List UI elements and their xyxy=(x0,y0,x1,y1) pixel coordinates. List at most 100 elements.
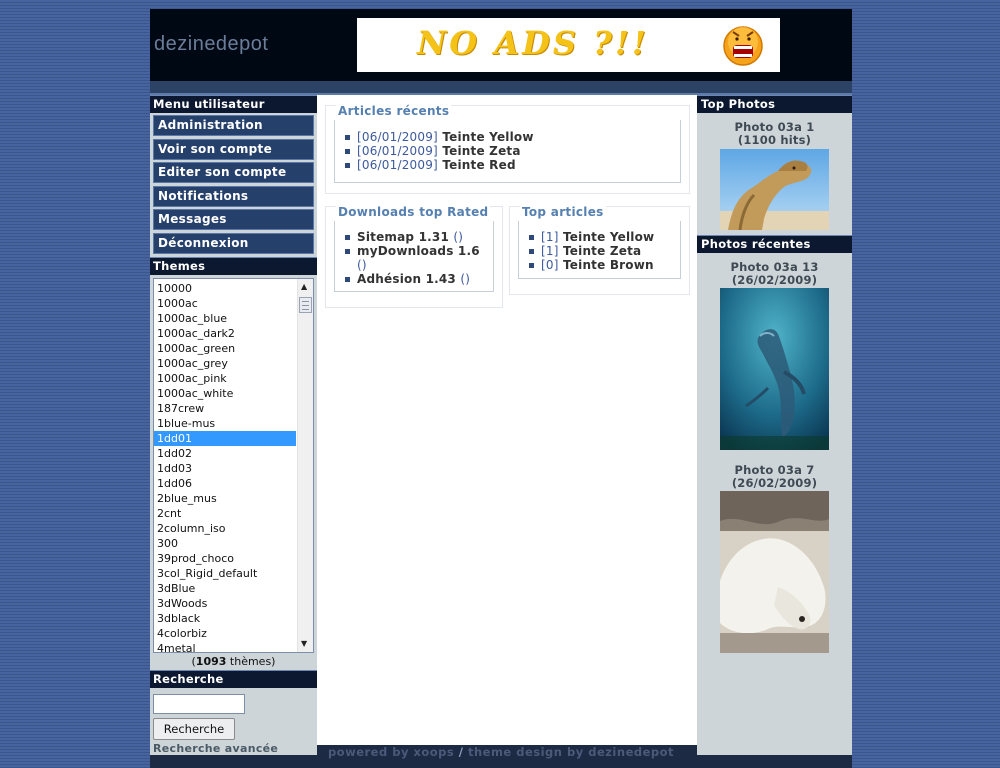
search-button[interactable]: Recherche xyxy=(153,717,235,740)
camel-photo-icon xyxy=(720,149,829,230)
theme-option[interactable]: 1000ac_grey xyxy=(154,356,296,371)
page: dezinedepot NO ADS ?!! Menu utilisateur … xyxy=(150,9,852,768)
recent-articles-title: Articles récents xyxy=(336,104,452,118)
footer-design[interactable]: theme design by dezinedepot xyxy=(468,745,674,759)
top-articles-title: Top articles xyxy=(520,205,606,219)
article-count[interactable]: [1] xyxy=(541,230,559,244)
dolphin-photo[interactable] xyxy=(720,288,829,450)
user-menu: Administration Voir son compte Editer so… xyxy=(153,115,314,254)
menu-item-view-account[interactable]: Voir son compte xyxy=(153,138,314,160)
theme-option[interactable]: 1000ac_pink xyxy=(154,371,296,386)
menu-item-messages[interactable]: Messages xyxy=(153,209,314,230)
downloads-top-title: Downloads top Rated xyxy=(336,205,491,219)
download-name[interactable]: Adhésion 1.43 xyxy=(357,272,456,286)
list-item: [0] Teinte Brown xyxy=(527,258,680,272)
theme-option[interactable]: 4metal xyxy=(154,641,296,652)
theme-option[interactable]: 300 xyxy=(154,536,296,551)
article-name[interactable]: Teinte Zeta xyxy=(442,144,520,158)
article-name[interactable]: Teinte Yellow xyxy=(563,230,654,244)
theme-option[interactable]: 3col_Rigid_default xyxy=(154,566,296,581)
main-content: Articles récents [06/01/2009] Teinte Yel… xyxy=(317,95,697,745)
left-sidebar: Menu utilisateur Administration Voir son… xyxy=(150,95,317,755)
list-item: Sitemap 1.31 () xyxy=(343,230,488,244)
recent-articles-block: Articles récents [06/01/2009] Teinte Yel… xyxy=(325,104,690,194)
article-name[interactable]: Teinte Zeta xyxy=(563,244,641,258)
theme-option[interactable]: 39prod_choco xyxy=(154,551,296,566)
download-link[interactable]: () xyxy=(453,230,463,244)
themes-count-suffix: thèmes) xyxy=(226,654,276,668)
theme-option[interactable]: 1dd06 xyxy=(154,476,296,491)
download-name[interactable]: myDownloads 1.6 xyxy=(357,244,480,258)
theme-option[interactable]: 1blue-mus xyxy=(154,416,296,431)
camel-photo[interactable] xyxy=(720,149,829,230)
scroll-down-arrow-icon[interactable]: ▼ xyxy=(301,639,307,649)
article-count[interactable]: [0] xyxy=(541,258,559,272)
dolphin-photo-icon xyxy=(720,288,829,450)
recent-photos-title: Photos récentes xyxy=(697,235,852,253)
article-name[interactable]: Teinte Brown xyxy=(563,258,654,272)
menu-item-edit-account[interactable]: Editer son compte xyxy=(153,162,314,183)
article-name[interactable]: Teinte Yellow xyxy=(442,130,533,144)
header-strip xyxy=(150,81,852,93)
user-menu-title: Menu utilisateur xyxy=(150,95,317,113)
site-logo[interactable]: dezinedepot xyxy=(154,33,268,56)
list-item: [06/01/2009] Teinte Red xyxy=(343,158,680,172)
top-photos-title: Top Photos xyxy=(697,95,852,113)
photo-caption[interactable]: Photo 03a 1 (1100 hits) xyxy=(720,121,830,147)
theme-option[interactable]: 4colorbiz xyxy=(154,626,296,641)
theme-option[interactable]: 2cnt xyxy=(154,506,296,521)
footer-separator: / xyxy=(454,745,468,759)
ad-banner[interactable]: NO ADS ?!! xyxy=(357,18,780,72)
theme-option[interactable]: 10000 xyxy=(154,281,296,296)
polar-bear-photo[interactable] xyxy=(720,491,829,653)
list-item: myDownloads 1.6 () xyxy=(343,244,488,272)
scrollbar-thumb[interactable] xyxy=(299,296,312,313)
theme-option[interactable]: 1000ac_dark2 xyxy=(154,326,296,341)
top-articles-frame: [1] Teinte Yellow [1] Teinte Zeta [0] Te… xyxy=(518,221,681,279)
list-item: [1] Teinte Yellow xyxy=(527,230,680,244)
theme-option-selected[interactable]: 1dd01 xyxy=(154,430,296,446)
photo-caption[interactable]: Photo 03a 7 (26/02/2009) xyxy=(712,464,837,490)
banner-text: NO ADS ?!! xyxy=(417,24,649,62)
theme-select-list[interactable]: 10000 1000ac 1000ac_blue 1000ac_dark2 10… xyxy=(153,277,314,653)
right-sidebar: Top Photos Photo 03a 1 (1100 hits) Photo… xyxy=(697,95,852,755)
theme-options: 10000 1000ac 1000ac_blue 1000ac_dark2 10… xyxy=(154,281,296,652)
theme-option[interactable]: 1dd02 xyxy=(154,446,296,461)
theme-option[interactable]: 1000ac xyxy=(154,296,296,311)
article-name[interactable]: Teinte Red xyxy=(442,158,515,172)
theme-option[interactable]: 3dBlue xyxy=(154,581,296,596)
menu-item-logout[interactable]: Déconnexion xyxy=(153,232,314,254)
article-count[interactable]: [1] xyxy=(541,244,559,258)
downloads-top-frame: Sitemap 1.31 () myDownloads 1.6 () Adhés… xyxy=(334,221,494,292)
menu-item-administration[interactable]: Administration xyxy=(153,115,314,136)
theme-list-scrollbar[interactable]: ▲ ▼ xyxy=(297,278,313,652)
search-input[interactable] xyxy=(153,693,245,714)
theme-option[interactable]: 187crew xyxy=(154,401,296,416)
photo-caption[interactable]: Photo 03a 13 (26/02/2009) xyxy=(712,261,837,287)
theme-option[interactable]: 1dd03 xyxy=(154,461,296,476)
scroll-up-arrow-icon[interactable]: ▲ xyxy=(301,282,307,292)
download-link[interactable]: () xyxy=(357,258,367,272)
list-item: [06/01/2009] Teinte Yellow xyxy=(343,130,680,144)
theme-option[interactable]: 1000ac_blue xyxy=(154,311,296,326)
list-item: [06/01/2009] Teinte Zeta xyxy=(343,144,680,158)
theme-option[interactable]: 3dblack xyxy=(154,611,296,626)
download-link[interactable]: () xyxy=(460,272,470,286)
article-date[interactable]: [06/01/2009] xyxy=(357,158,438,172)
recent-articles-frame: [06/01/2009] Teinte Yellow [06/01/2009] … xyxy=(334,120,681,183)
themes-title: Themes xyxy=(150,256,317,275)
theme-option[interactable]: 3dWoods xyxy=(154,596,296,611)
theme-option[interactable]: 2column_iso xyxy=(154,521,296,536)
themes-count: (1093 thèmes) xyxy=(150,655,317,670)
download-name[interactable]: Sitemap 1.31 xyxy=(357,230,449,244)
theme-option[interactable]: 2blue_mus xyxy=(154,491,296,506)
menu-item-notifications[interactable]: Notifications xyxy=(153,185,314,207)
article-date[interactable]: [06/01/2009] xyxy=(357,130,438,144)
theme-option[interactable]: 1000ac_green xyxy=(154,341,296,356)
header: dezinedepot NO ADS ?!! xyxy=(150,9,852,81)
article-date[interactable]: [06/01/2009] xyxy=(357,144,438,158)
list-item: Adhésion 1.43 () xyxy=(343,272,488,286)
theme-option[interactable]: 1000ac_white xyxy=(154,386,296,401)
themes-count-number: 1093 xyxy=(195,654,227,668)
footer-powered[interactable]: powered by xoops xyxy=(328,745,454,759)
